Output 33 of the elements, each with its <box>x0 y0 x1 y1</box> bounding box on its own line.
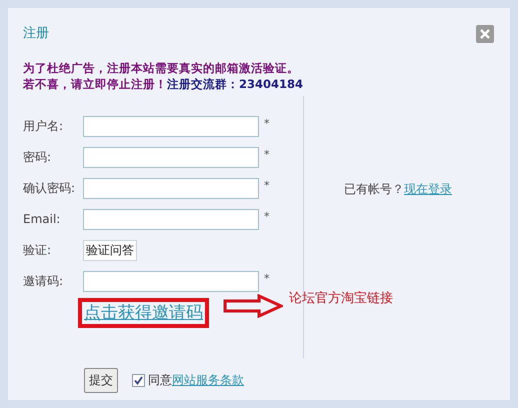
dialog-title: 注册 <box>23 25 49 43</box>
close-button[interactable] <box>476 24 494 43</box>
annotation-text: 论坛官方淘宝链接 <box>289 290 393 308</box>
invite-code-link[interactable]: 点击获得邀请码 <box>78 298 209 328</box>
captcha-question: 验证问答 <box>83 240 137 260</box>
notice-text: 注册交流群：23404184 <box>167 76 304 90</box>
notice-text: 为了杜绝广告，注册本站需要真实的邮箱激活验证。 <box>23 60 299 74</box>
notice-text: 若不喜，请立即停止注册！ <box>23 76 167 90</box>
field-label: 用户名: <box>23 118 64 135</box>
check-icon <box>134 376 143 384</box>
required-mark: * <box>264 116 270 132</box>
input-field[interactable] <box>83 270 259 292</box>
required-mark: * <box>264 178 270 194</box>
required-mark: * <box>264 146 270 162</box>
close-icon <box>480 28 490 39</box>
field-label: 确认密码: <box>23 180 76 197</box>
submit-button[interactable]: 提交 <box>84 368 118 392</box>
agree-checkbox[interactable] <box>132 374 145 386</box>
required-mark: * <box>264 270 270 286</box>
input-field[interactable] <box>83 178 259 198</box>
account-prompt: 已有帐号？ <box>344 182 404 196</box>
field-label: 验证: <box>23 242 52 259</box>
arrow-icon <box>223 294 283 318</box>
field-label: Email: <box>23 211 62 228</box>
input-field[interactable] <box>83 116 259 136</box>
terms-link[interactable]: 网站服务条款 <box>172 371 244 389</box>
field-label: 密码: <box>23 149 52 166</box>
agree-label: 同意 <box>148 372 172 389</box>
login-link[interactable]: 现在登录 <box>404 182 452 196</box>
input-field[interactable] <box>83 146 259 168</box>
required-mark: * <box>264 208 270 224</box>
input-field[interactable] <box>83 208 259 230</box>
field-label: 邀请码: <box>23 273 64 290</box>
